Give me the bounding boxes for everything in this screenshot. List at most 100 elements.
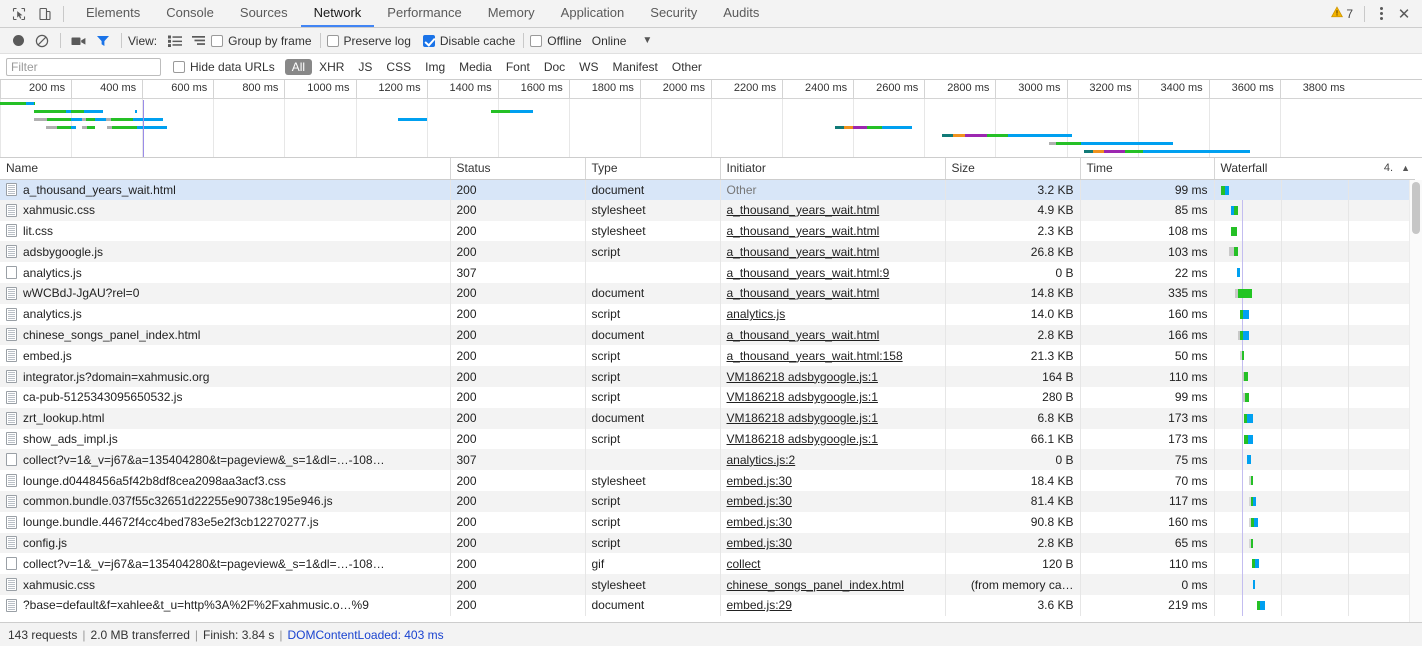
vertical-scrollbar[interactable]: [1409, 180, 1422, 622]
cell-initiator[interactable]: VM186218 adsbygoogle.js:1: [720, 407, 946, 429]
inspect-element-icon[interactable]: [6, 1, 32, 27]
cell-name[interactable]: collect?v=1&_v=j67&a=135404280&t=pagevie…: [0, 553, 451, 575]
capture-screenshots-button[interactable]: [67, 30, 91, 52]
table-row[interactable]: show_ads_impl.js 200 script VM186218 adsbyg…: [0, 428, 1415, 450]
tab-audits[interactable]: Audits: [710, 0, 772, 27]
table-row[interactable]: lit.css 200 stylesheet a_thousand_years_wai…: [0, 220, 1415, 242]
initiator-link[interactable]: a_thousand_years_wait.html: [727, 286, 880, 300]
column-header-size[interactable]: Size: [945, 158, 1081, 180]
group-by-frame-checkbox[interactable]: Group by frame: [211, 34, 312, 48]
cell-name[interactable]: adsbygoogle.js: [0, 241, 451, 263]
column-header-type[interactable]: Type: [585, 158, 721, 180]
table-row[interactable]: analytics.js 200 script analytics.js 14.0 KB…: [0, 303, 1415, 325]
cell-name[interactable]: show_ads_impl.js: [0, 428, 451, 450]
initiator-link[interactable]: embed.js:30: [727, 474, 792, 488]
table-row[interactable]: ca-pub-5125343095650532.js 200 script VM186…: [0, 386, 1415, 408]
scrollbar-thumb[interactable]: [1412, 182, 1420, 234]
cell-name[interactable]: lounge.d0448456a5f42b8df8cea2098aa3acf3.…: [0, 470, 451, 491]
checkbox-box[interactable]: [211, 34, 224, 47]
cell-initiator[interactable]: Other: [720, 179, 946, 200]
initiator-link[interactable]: a_thousand_years_wait.html: [727, 328, 880, 342]
filter-button[interactable]: [91, 30, 115, 52]
cell-initiator[interactable]: analytics.js: [720, 303, 946, 325]
tab-network[interactable]: Network: [300, 0, 375, 27]
chevron-down-icon[interactable]: ▼: [642, 35, 652, 46]
cell-initiator[interactable]: VM186218 adsbygoogle.js:1: [720, 428, 946, 450]
cell-initiator[interactable]: embed.js:29: [720, 594, 946, 616]
cell-name[interactable]: wWCBdJ-JgAU?rel=0: [0, 282, 451, 304]
table-row[interactable]: xahmusic.css 200 stylesheet chinese_songs_p…: [0, 574, 1415, 595]
checkbox-box-checked[interactable]: [422, 34, 435, 47]
offline-checkbox[interactable]: Offline: [530, 34, 582, 48]
initiator-link[interactable]: embed.js:29: [727, 598, 792, 612]
initiator-link[interactable]: a_thousand_years_wait.html: [727, 224, 880, 238]
filter-type-doc[interactable]: Doc: [537, 59, 572, 75]
filter-type-img[interactable]: Img: [418, 59, 452, 75]
tab-performance[interactable]: Performance: [374, 0, 474, 27]
initiator-link[interactable]: a_thousand_years_wait.html: [727, 245, 880, 259]
warning-count-button[interactable]: 7: [1325, 6, 1359, 21]
cell-initiator[interactable]: analytics.js:2: [720, 449, 946, 471]
cell-initiator[interactable]: a_thousand_years_wait.html: [720, 220, 946, 242]
cell-initiator[interactable]: a_thousand_years_wait.html: [720, 324, 946, 346]
cell-initiator[interactable]: chinese_songs_panel_index.html: [720, 574, 946, 595]
tab-application[interactable]: Application: [548, 0, 638, 27]
table-row[interactable]: wWCBdJ-JgAU?rel=0 200 document a_thousand_y…: [0, 282, 1415, 304]
tab-console[interactable]: Console: [153, 0, 227, 27]
filter-type-manifest[interactable]: Manifest: [606, 59, 665, 75]
cell-name[interactable]: ?base=default&f=xahlee&t_u=http%3A%2F%2F…: [0, 594, 451, 616]
cell-initiator[interactable]: embed.js:30: [720, 532, 946, 554]
tab-security[interactable]: Security: [637, 0, 710, 27]
checkbox-box[interactable]: [173, 60, 185, 73]
initiator-link[interactable]: chinese_songs_panel_index.html: [727, 578, 904, 592]
disable-cache-checkbox[interactable]: Disable cache: [422, 34, 515, 48]
cell-name[interactable]: a_thousand_years_wait.html: [0, 179, 451, 200]
network-overview-timeline[interactable]: 200 ms 400 ms 600 ms 800 ms 1000 ms 1200 ms 14…: [0, 80, 1422, 158]
table-row[interactable]: xahmusic.css 200 stylesheet a_thousand_year…: [0, 199, 1415, 221]
cell-initiator[interactable]: embed.js:30: [720, 490, 946, 512]
table-row[interactable]: config.js 200 script embed.js:30 2.8 KB 65 ms: [0, 532, 1415, 554]
table-row[interactable]: embed.js 200 script a_thousand_years_wait.h…: [0, 345, 1415, 367]
cell-initiator[interactable]: a_thousand_years_wait.html:9: [720, 262, 946, 283]
cell-name[interactable]: embed.js: [0, 345, 451, 367]
table-row[interactable]: collect?v=1&_v=j67&a=135404280&t=pagevie…: [0, 449, 1415, 471]
cell-name[interactable]: lit.css: [0, 220, 451, 242]
initiator-link[interactable]: collect: [727, 557, 761, 571]
cell-name[interactable]: zrt_lookup.html: [0, 407, 451, 429]
filter-type-ws[interactable]: WS: [572, 59, 605, 75]
initiator-link[interactable]: embed.js:30: [727, 494, 792, 508]
cell-name[interactable]: xahmusic.css: [0, 574, 451, 595]
tab-elements[interactable]: Elements: [73, 0, 153, 27]
cell-name[interactable]: collect?v=1&_v=j67&a=135404280&t=pagevie…: [0, 449, 451, 471]
tab-sources[interactable]: Sources: [227, 0, 301, 27]
column-header-name[interactable]: Name: [0, 158, 451, 180]
table-row[interactable]: analytics.js 307 a_thousand_years_wait.htm…: [0, 262, 1415, 283]
cell-name[interactable]: common.bundle.037f55c32651d22255e90738c1…: [0, 490, 451, 512]
hide-data-urls-checkbox[interactable]: Hide data URLs: [173, 60, 275, 74]
table-row[interactable]: integrator.js?domain=xahmusic.org 200 scri…: [0, 366, 1415, 387]
cell-name[interactable]: analytics.js: [0, 303, 451, 325]
table-row[interactable]: collect?v=1&_v=j67&a=135404280&t=pagevie…: [0, 553, 1415, 575]
filter-type-media[interactable]: Media: [452, 59, 499, 75]
table-row[interactable]: adsbygoogle.js 200 script a_thousand_years_…: [0, 241, 1415, 263]
cell-initiator[interactable]: a_thousand_years_wait.html: [720, 199, 946, 221]
cell-initiator[interactable]: a_thousand_years_wait.html:158: [720, 345, 946, 367]
checkbox-box[interactable]: [326, 34, 339, 47]
preserve-log-checkbox[interactable]: Preserve log: [326, 34, 411, 48]
record-button[interactable]: [6, 30, 30, 52]
column-header-time[interactable]: Time: [1080, 158, 1215, 180]
cell-initiator[interactable]: embed.js:30: [720, 511, 946, 533]
filter-type-all[interactable]: All: [284, 58, 313, 75]
initiator-link[interactable]: embed.js:30: [727, 536, 792, 550]
column-header-initiator[interactable]: Initiator: [720, 158, 946, 180]
initiator-link[interactable]: a_thousand_years_wait.html:158: [727, 349, 903, 363]
kebab-menu-icon[interactable]: [1370, 7, 1392, 20]
column-header-waterfall[interactable]: Waterfall 4. ▲: [1214, 158, 1414, 180]
tab-memory[interactable]: Memory: [475, 0, 548, 27]
table-row[interactable]: zrt_lookup.html 200 document VM186218 adsby…: [0, 407, 1415, 429]
cell-name[interactable]: analytics.js: [0, 262, 451, 283]
clear-button[interactable]: [30, 30, 54, 52]
initiator-link[interactable]: VM186218 adsbygoogle.js:1: [727, 370, 878, 384]
initiator-link[interactable]: a_thousand_years_wait.html:9: [727, 266, 890, 280]
close-icon[interactable]: ✕: [1392, 2, 1416, 26]
